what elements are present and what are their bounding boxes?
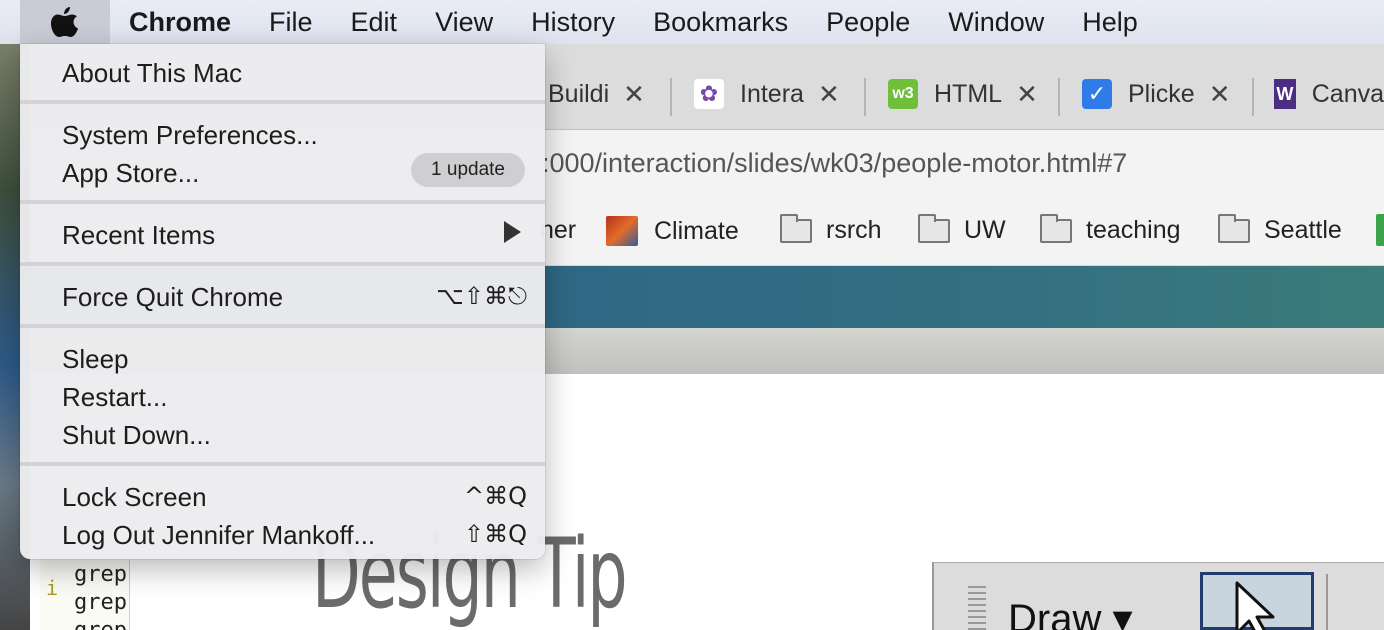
- w3-favicon-icon: w3: [888, 79, 918, 109]
- cursor-arrow-icon: [1235, 581, 1275, 630]
- menu-edit[interactable]: Edit: [332, 7, 417, 38]
- tab-separator: [864, 78, 866, 116]
- bookmark-label: teaching: [1086, 216, 1181, 244]
- folder-icon: [780, 213, 812, 243]
- checkbox-favicon-icon: ✓: [1082, 79, 1112, 109]
- menu-item-label: Force Quit Chrome: [62, 282, 284, 312]
- menu-item-label: About This Mac: [62, 58, 243, 88]
- menu-item-label: Sleep: [62, 344, 129, 374]
- update-badge: 1 update: [411, 153, 525, 187]
- folder-icon: [918, 213, 950, 243]
- keyboard-shortcut: ⌥⇧⌘⎋: [436, 282, 527, 310]
- menu-item-sleep[interactable]: Sleep: [20, 338, 545, 376]
- tab-separator: [670, 78, 672, 116]
- menu-item-system-preferences[interactable]: System Preferences...: [20, 114, 545, 152]
- close-icon[interactable]: ✕: [818, 79, 840, 110]
- bookmark-folder-rsrch[interactable]: rsrch: [780, 213, 882, 245]
- terminal-line: grep: [74, 590, 127, 615]
- apple-menu-button[interactable]: [20, 0, 110, 44]
- terminal-line: grep: [74, 562, 127, 587]
- tab-separator: [1252, 78, 1254, 116]
- bookmark-label: rsrch: [826, 216, 882, 244]
- menu-view[interactable]: View: [416, 7, 512, 38]
- tab-label: Intera: [740, 79, 804, 108]
- bookmark-climate[interactable]: Climate: [606, 216, 739, 246]
- bookmark-item[interactable]: ner: [540, 216, 576, 245]
- terminal-line: grep: [74, 618, 127, 630]
- tab-separator: [1058, 78, 1060, 116]
- menu-separator: [20, 200, 545, 204]
- menu-item-force-quit[interactable]: Force Quit Chrome ⌥⇧⌘⎋: [20, 276, 545, 314]
- tab-favicon-icon: ✿: [694, 79, 724, 109]
- tab-canvas[interactable]: W Canva: [1274, 72, 1384, 116]
- tab-label: Buildi: [548, 79, 610, 108]
- bookmark-label: Seattle: [1264, 216, 1342, 244]
- menu-item-shut-down[interactable]: Shut Down...: [20, 414, 545, 452]
- menu-bar: Chrome File Edit View History Bookmarks …: [0, 0, 1384, 44]
- terminal-prefix: i: [46, 576, 59, 600]
- tab-label: Plicke: [1128, 79, 1195, 108]
- bookmark-label: ner: [540, 216, 577, 244]
- bookmark-folder-teaching[interactable]: teaching: [1040, 213, 1181, 245]
- menu-history[interactable]: History: [512, 7, 634, 38]
- keyboard-shortcut: ⇧⌘Q: [464, 520, 527, 548]
- select-pointer-button[interactable]: [1200, 572, 1314, 630]
- draw-menu-button[interactable]: Draw ▾: [1008, 596, 1133, 630]
- menu-item-recent-items[interactable]: Recent Items: [20, 214, 545, 252]
- menu-window[interactable]: Window: [929, 7, 1063, 38]
- tab-label: Canva: [1311, 79, 1384, 108]
- tab-html[interactable]: w3 HTML ✕: [888, 72, 1048, 116]
- uw-favicon-icon: W: [1274, 79, 1296, 109]
- submenu-arrow-icon: [504, 221, 521, 243]
- menu-item-about-this-mac[interactable]: About This Mac: [20, 52, 545, 90]
- draw-toolbar: [932, 562, 1384, 630]
- menu-item-label: App Store...: [62, 158, 200, 188]
- apple-menu-dropdown: About This Mac System Preferences... App…: [20, 44, 545, 559]
- menu-help[interactable]: Help: [1063, 7, 1157, 38]
- toolbar-separator: [1326, 574, 1328, 630]
- close-icon[interactable]: ✕: [1209, 79, 1231, 110]
- bookmark-label: Climate: [654, 216, 739, 245]
- menu-separator: [20, 262, 545, 266]
- menu-item-label: System Preferences...: [62, 120, 318, 150]
- bookmark-folder-uw[interactable]: UW: [918, 213, 1006, 245]
- folder-icon: [1218, 213, 1250, 243]
- menu-item-restart[interactable]: Restart...: [20, 376, 545, 414]
- menu-item-label: Recent Items: [62, 220, 216, 250]
- menu-item-lock-screen[interactable]: Lock Screen ^⌘Q: [20, 476, 545, 514]
- menu-people[interactable]: People: [807, 7, 929, 38]
- menu-bookmarks[interactable]: Bookmarks: [634, 7, 807, 38]
- menu-item-label: Shut Down...: [62, 420, 211, 450]
- tab-interaction[interactable]: ✿ Intera ✕: [694, 72, 854, 116]
- close-icon[interactable]: ✕: [623, 79, 645, 110]
- menu-item-log-out[interactable]: Log Out Jennifer Mankoff... ⇧⌘Q: [20, 514, 545, 552]
- image-icon: [606, 216, 638, 246]
- menu-chrome[interactable]: Chrome: [110, 7, 250, 38]
- folder-icon: [1040, 213, 1072, 243]
- url-text: :000/interaction/slides/wk03/people-moto…: [542, 148, 1128, 178]
- menu-item-app-store[interactable]: App Store... 1 update: [20, 152, 545, 190]
- toolbar-grip-icon[interactable]: [968, 586, 986, 630]
- keyboard-shortcut: ^⌘Q: [464, 482, 527, 510]
- tab-building[interactable]: Buildi ✕: [548, 72, 688, 116]
- menu-item-label: Restart...: [62, 382, 168, 412]
- bookmark-label: UW: [964, 216, 1006, 244]
- bookmark-folder-seattle[interactable]: Seattle: [1218, 213, 1342, 245]
- menu-separator: [20, 462, 545, 466]
- close-icon[interactable]: ✕: [1016, 79, 1038, 110]
- bookmark-overflow-icon[interactable]: [1376, 214, 1384, 246]
- menu-file[interactable]: File: [250, 7, 332, 38]
- menu-item-label: Log Out Jennifer Mankoff...: [62, 520, 376, 550]
- menu-separator: [20, 324, 545, 328]
- apple-logo-icon: [51, 7, 78, 37]
- menu-separator: [20, 100, 545, 104]
- tab-plickers[interactable]: ✓ Plicke ✕: [1082, 72, 1242, 116]
- menu-item-label: Lock Screen: [62, 482, 207, 512]
- tab-label: HTML: [934, 79, 1003, 108]
